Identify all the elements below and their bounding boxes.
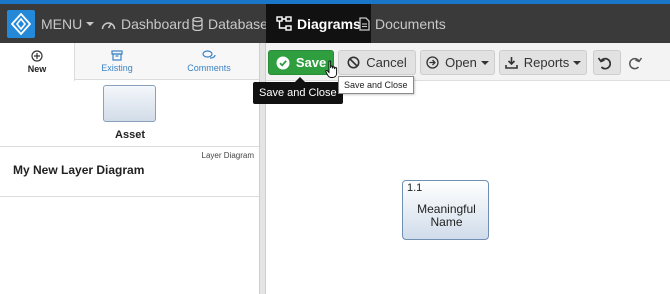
comments-icon [202,50,216,59]
chevron-down-icon [573,60,582,65]
nav-item-label: Database [208,15,268,32]
tab-existing[interactable]: Existing [78,43,156,80]
tab-new[interactable]: New [0,43,75,81]
logo-icon [11,13,31,35]
undo-icon [597,57,611,69]
panel-tabs: New Existing Comments [0,43,259,81]
arrow-circle-right-icon [426,56,439,69]
menu-label: MENU [41,15,83,32]
save-label: Save [295,55,327,70]
tab-comments[interactable]: Comments [170,43,248,80]
nav-item-dashboard[interactable]: Dashboard [101,4,190,43]
check-circle-icon [276,56,290,69]
divider [0,146,259,147]
plus-circle-icon [31,50,43,62]
panel-splitter[interactable] [259,43,266,294]
diagram-name[interactable]: My New Layer Diagram [13,163,144,177]
diagram-node[interactable]: 1.1 Meaningful Name [402,180,489,240]
native-tooltip: Save and Close [338,76,414,94]
divider [0,196,259,197]
nav-item-documents[interactable]: Documents [359,4,446,43]
node-number: 1.1 [407,182,423,194]
hand-cursor-icon [325,60,338,78]
nav-item-database[interactable]: Database [192,4,268,43]
sitemap-icon [276,16,292,31]
menu-button[interactable]: MENU [41,4,95,43]
node-title: Meaningful Name [403,203,490,229]
left-panel: New Existing Comments Asset Layer Diagra… [0,43,259,294]
tab-label: New [27,64,47,74]
undo-button[interactable] [593,50,621,75]
database-icon [192,16,203,31]
document-icon [359,16,370,31]
top-navbar: MENU Dashboard Database Diagrams Documen… [0,4,670,43]
nav-item-diagrams[interactable]: Diagrams [266,4,371,43]
tab-label: Existing [101,63,133,73]
diagram-type-label: Layer Diagram [201,151,254,160]
reports-label: Reports [523,55,570,70]
nav-item-label: Dashboard [121,15,190,32]
archive-icon [111,50,123,61]
open-label: Open [445,55,477,70]
save-tooltip: Save and Close [253,77,343,104]
tab-label: Comments [187,63,231,73]
ban-icon [347,56,360,69]
chevron-down-icon [86,21,95,26]
open-dropdown-button[interactable]: Open [420,50,495,75]
nav-item-label: Documents [375,15,446,32]
redo-button[interactable] [626,50,652,75]
redo-icon [629,57,643,69]
reports-dropdown-button[interactable]: Reports [499,50,587,75]
cancel-button[interactable]: Cancel [338,50,416,75]
nav-item-label: Diagrams [297,15,361,32]
node-title-line: Name [430,215,463,229]
chevron-down-icon [480,60,489,65]
gauge-icon [101,21,116,29]
download-icon [504,57,518,69]
app-logo[interactable] [7,10,35,38]
asset-shape[interactable] [103,85,156,122]
asset-label: Asset [115,129,145,141]
cancel-label: Cancel [366,55,407,70]
